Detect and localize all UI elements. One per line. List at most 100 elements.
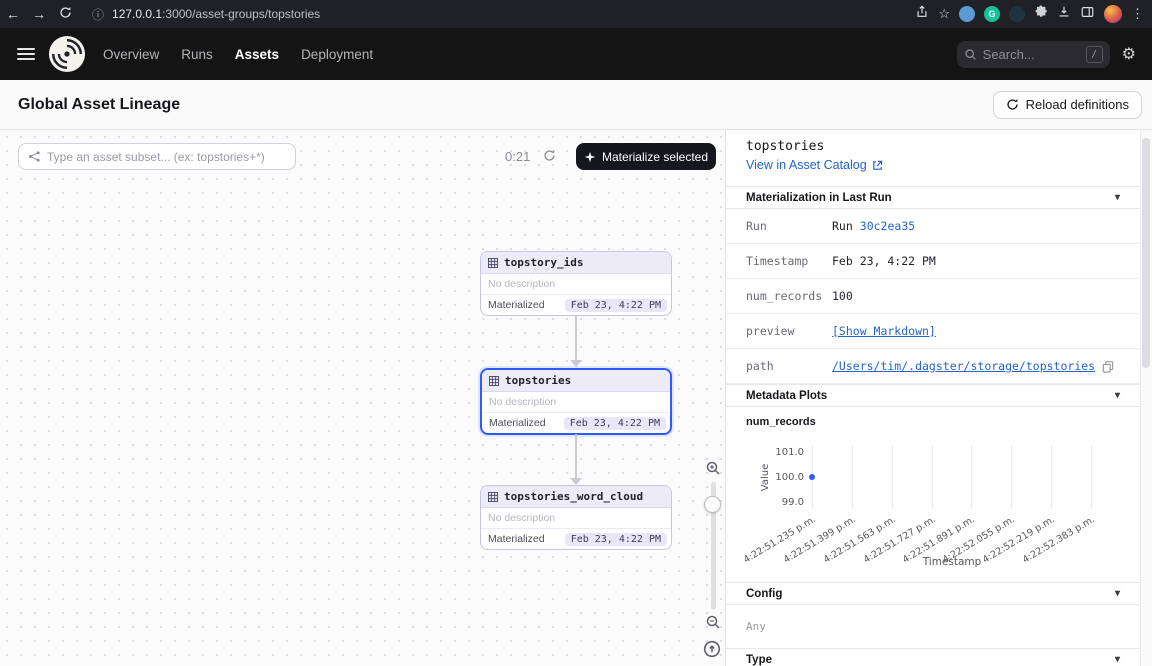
config-value: Any xyxy=(746,620,766,633)
section-header-type[interactable]: Type ▾ xyxy=(726,648,1140,666)
asset-node-footer: Materialized Feb 23, 4:22 PM xyxy=(481,294,671,315)
asset-node-footer: Materialized Feb 23, 4:22 PM xyxy=(481,528,671,549)
section-header-config[interactable]: Config ▾ xyxy=(726,582,1140,605)
nav-item-assets[interactable]: Assets xyxy=(235,47,279,62)
chevron-down-icon: ▾ xyxy=(1115,390,1120,401)
settings-gear-icon[interactable]: ⚙ xyxy=(1122,44,1136,64)
browser-chrome: ← → ⓘ 127.0.0.1:3000/asset-groups/topsto… xyxy=(0,0,1152,28)
search-shortcut-hint: / xyxy=(1086,46,1103,63)
share-icon[interactable] xyxy=(915,4,929,24)
external-link-icon xyxy=(872,160,883,171)
chart-data-point[interactable] xyxy=(809,474,815,480)
side-panel-icon[interactable] xyxy=(1080,5,1095,24)
search-input[interactable] xyxy=(983,47,1080,62)
asset-details-panel: topstories View in Asset Catalog Materia… xyxy=(726,130,1152,666)
plot-title: num_records xyxy=(746,416,816,428)
lineage-edge xyxy=(575,434,577,478)
sparkle-icon xyxy=(584,151,596,163)
profile-avatar[interactable] xyxy=(1104,5,1122,23)
materialize-selected-button[interactable]: Materialize selected xyxy=(576,143,716,170)
asset-node-status: Materialized xyxy=(488,533,545,545)
section-header-materialization[interactable]: Materialization in Last Run ▾ xyxy=(726,186,1140,209)
asset-node-header: topstory_ids xyxy=(481,252,671,274)
asset-node-timestamp: Feb 23, 4:22 PM xyxy=(565,533,667,546)
metadata-plot-area[interactable] xyxy=(812,446,1092,508)
view-in-asset-catalog-label: View in Asset Catalog xyxy=(746,158,867,172)
chevron-down-icon: ▾ xyxy=(1115,588,1120,599)
asset-node-topstory-ids[interactable]: topstory_ids No description Materialized… xyxy=(480,251,672,316)
lineage-edge-arrowhead xyxy=(570,360,582,367)
asset-node-description: No description xyxy=(481,508,671,528)
path-link[interactable]: /Users/tim/.dagster/storage/topstories xyxy=(832,359,1095,373)
lineage-filter-icon xyxy=(28,150,41,163)
extensions-puzzle-icon[interactable] xyxy=(1034,5,1048,24)
site-info-icon[interactable]: ⓘ xyxy=(92,6,104,23)
show-markdown-link[interactable]: [Show Markdown] xyxy=(832,324,936,338)
asset-node-header: topstories xyxy=(482,370,670,392)
asset-node-timestamp: Feb 23, 4:22 PM xyxy=(564,417,666,430)
nav-item-runs[interactable]: Runs xyxy=(181,47,213,62)
asset-node-topstories[interactable]: topstories No description Materialized F… xyxy=(480,368,672,435)
browser-action-icons: ☆ G ⋮ xyxy=(915,4,1144,24)
materialize-selected-label: Materialize selected xyxy=(602,150,708,164)
run-id-link[interactable]: 30c2ea35 xyxy=(860,219,915,233)
asset-node-header: topstories_word_cloud xyxy=(481,486,671,508)
metadata-label: path xyxy=(726,359,832,373)
downloads-icon[interactable] xyxy=(1057,5,1071,24)
asset-node-status: Materialized xyxy=(489,417,546,429)
asset-node-name: topstories_word_cloud xyxy=(504,490,643,503)
asset-node-topstories-word-cloud[interactable]: topstories_word_cloud No description Mat… xyxy=(480,485,672,550)
metadata-row-run: Run Run 30c2ea35 xyxy=(726,209,1140,244)
asset-subset-filter[interactable] xyxy=(18,143,296,170)
browser-back-icon[interactable]: ← xyxy=(0,6,26,22)
num-records-chart: Value 101.0100.099.0 4:22:51.235 p.m.4:2… xyxy=(726,434,1140,584)
zoom-in-icon[interactable] xyxy=(705,460,721,481)
lineage-edge xyxy=(575,316,577,360)
metadata-label: preview xyxy=(726,324,832,338)
panel-scrollbar-thumb[interactable] xyxy=(1142,138,1150,368)
zoom-slider-knob[interactable] xyxy=(704,496,721,513)
section-heading-label: Type xyxy=(746,654,772,666)
grammarly-extension-icon[interactable]: G xyxy=(984,6,1000,22)
view-in-asset-catalog-link[interactable]: View in Asset Catalog xyxy=(746,158,883,172)
reload-definitions-button[interactable]: Reload definitions xyxy=(993,91,1142,119)
selected-asset-name: topstories xyxy=(746,139,824,154)
asset-node-name: topstory_ids xyxy=(504,256,583,269)
nav-item-overview[interactable]: Overview xyxy=(103,47,159,62)
reload-definitions-label: Reload definitions xyxy=(1026,97,1129,112)
bookmark-star-icon[interactable]: ☆ xyxy=(938,6,950,22)
dagster-logo[interactable] xyxy=(48,35,86,73)
refresh-timer: 0:21 xyxy=(505,143,530,170)
asset-node-status: Materialized xyxy=(488,299,545,311)
refresh-icon xyxy=(1006,98,1019,111)
hamburger-menu-icon[interactable] xyxy=(17,48,35,60)
global-search[interactable]: / xyxy=(957,41,1110,68)
metadata-label: Timestamp xyxy=(726,254,832,268)
nav-item-deployment[interactable]: Deployment xyxy=(301,47,373,62)
browser-reload-icon[interactable] xyxy=(52,6,78,22)
screen: ← → ⓘ 127.0.0.1:3000/asset-groups/topsto… xyxy=(0,0,1152,666)
zoom-out-icon[interactable] xyxy=(705,614,721,635)
extension-icon-2[interactable] xyxy=(1009,6,1025,22)
page-title: Global Asset Lineage xyxy=(18,96,180,114)
search-icon xyxy=(964,48,977,61)
address-bar[interactable]: 127.0.0.1:3000/asset-groups/topstories xyxy=(112,7,320,21)
panel-scrollbar[interactable] xyxy=(1140,130,1152,666)
graph-refresh-icon[interactable] xyxy=(543,149,556,167)
metadata-label: num_records xyxy=(726,289,832,303)
lineage-edge-arrowhead xyxy=(570,478,582,485)
section-header-metadata-plots[interactable]: Metadata Plots ▾ xyxy=(726,384,1140,407)
asset-subset-input[interactable] xyxy=(47,150,286,164)
run-value-prefix: Run xyxy=(832,219,853,233)
extension-icon-1[interactable] xyxy=(959,6,975,22)
metadata-value: Feb 23, 4:22 PM xyxy=(832,254,936,268)
copy-icon[interactable] xyxy=(1102,360,1114,373)
main-nav-links: Overview Runs Assets Deployment xyxy=(103,47,373,62)
section-heading-label: Metadata Plots xyxy=(746,390,827,402)
asset-node-timestamp: Feb 23, 4:22 PM xyxy=(565,299,667,312)
browser-menu-icon[interactable]: ⋮ xyxy=(1131,6,1144,22)
browser-forward-icon[interactable]: → xyxy=(26,6,52,22)
recenter-view-icon[interactable] xyxy=(703,640,721,663)
asset-graph-canvas[interactable]: 0:21 Materialize selected topstory_ids N… xyxy=(0,130,726,666)
asset-table-icon xyxy=(489,376,499,386)
